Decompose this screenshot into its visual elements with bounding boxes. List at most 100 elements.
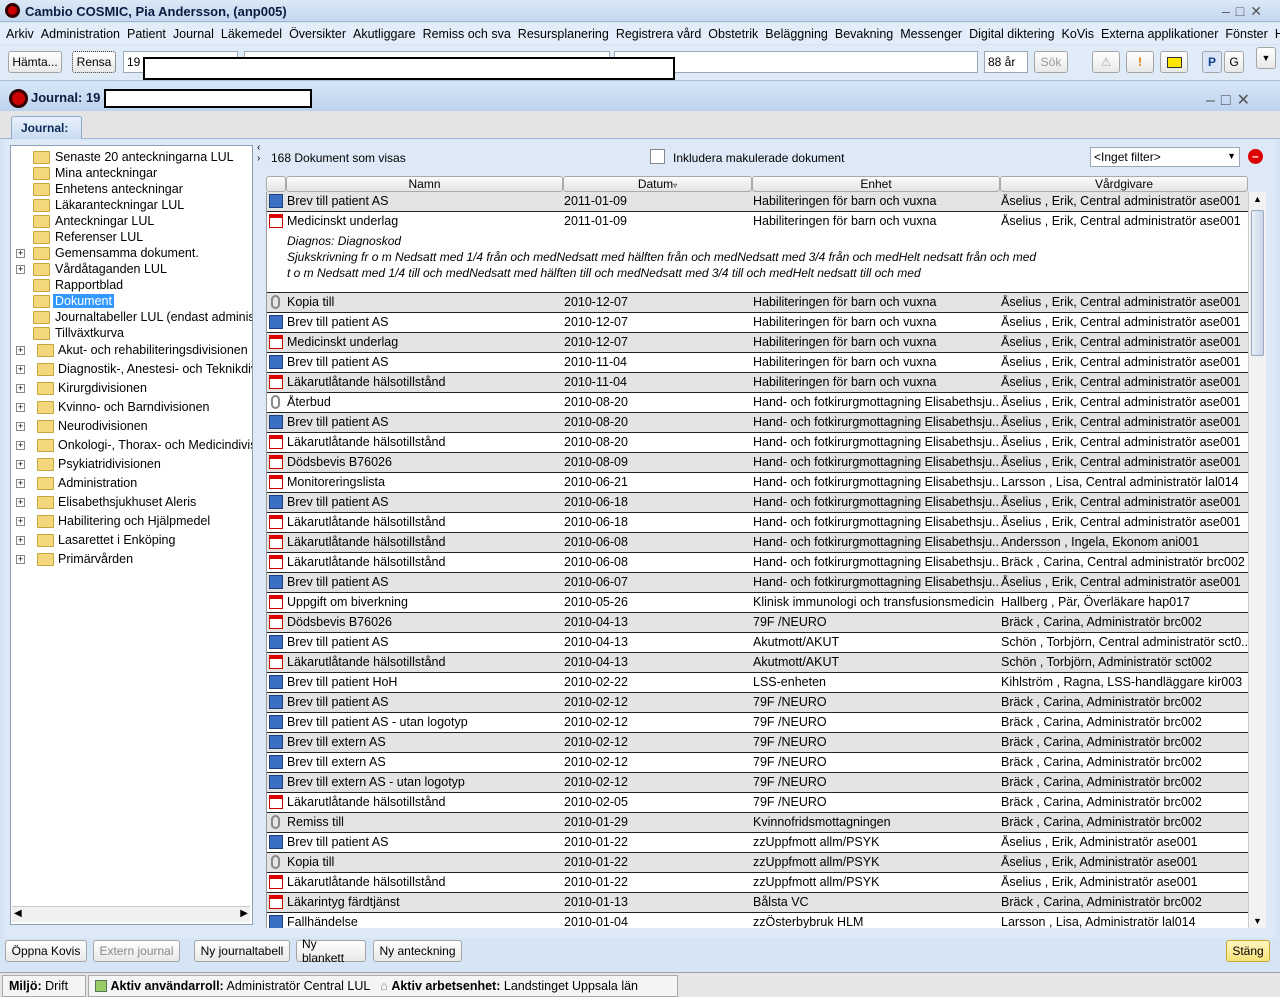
tree-horizontal-scrollbar[interactable]: ◀ ▶ [12, 906, 250, 922]
expand-icon[interactable]: + [16, 402, 25, 412]
table-row[interactable]: Brev till patient AS 2010-01-22 zzUppfmott… [267, 833, 1248, 853]
new-note-button[interactable]: Ny anteckning [373, 940, 462, 962]
table-row[interactable]: Kopia till 2010-01-22 zzUppfmott allm/PSYK… [267, 853, 1248, 873]
menu-item[interactable]: Översikter [289, 27, 346, 41]
menu-item[interactable]: Läkemedel [221, 27, 282, 41]
include-voided-checkbox[interactable] [650, 149, 665, 164]
menu-item[interactable]: Fönster [1225, 27, 1267, 41]
menu-item[interactable]: Akutliggare [353, 27, 416, 41]
header-datum[interactable]: Datum▿ [563, 176, 752, 192]
search-button[interactable]: Sök [1034, 51, 1068, 73]
caregiver-cell: Bräck , Carina, Administratör brc002 [1001, 815, 1202, 829]
open-kovis-button[interactable]: Öppna Kovis [5, 940, 87, 962]
expand-icon[interactable]: + [16, 497, 25, 507]
expand-icon[interactable]: + [16, 364, 25, 374]
table-row[interactable]: Brev till extern AS 2010-02-12 79F /NEURO B… [267, 733, 1248, 753]
filter-select[interactable]: <Inget filter> ▼ [1090, 147, 1240, 167]
unit-cell: Hand- och fotkirurgmottagning Elisabeths… [753, 515, 999, 529]
table-row[interactable]: Läkarutlåtande hälsotillstånd 2010-04-13 A… [267, 653, 1248, 673]
table-row[interactable]: Brev till patient AS 2010-12-07 Habiliteri… [267, 313, 1248, 333]
table-row[interactable]: Remiss till 2010-01-29 Kvinnofridsmottagni… [267, 813, 1248, 833]
table-row[interactable]: Läkarutlåtande hälsotillstånd 2010-06-08 H… [267, 553, 1248, 573]
tab-p[interactable]: P [1202, 51, 1222, 73]
table-row[interactable]: Läkarutlåtande hälsotillstånd 2010-02-05 7… [267, 793, 1248, 813]
expand-icon[interactable]: + [16, 345, 25, 355]
table-row[interactable]: Läkarutlåtande hälsotillstånd 2010-06-08 H… [267, 533, 1248, 553]
expand-icon[interactable]: + [16, 535, 25, 545]
menu-item[interactable]: Bevakning [835, 27, 893, 41]
external-journal-button[interactable]: Extern journal [93, 940, 180, 962]
menu-item[interactable]: Obstetrik [708, 27, 758, 41]
expand-icon[interactable]: + [16, 478, 25, 488]
header-enhet[interactable]: Enhet [752, 176, 1000, 192]
table-row[interactable]: Brev till extern AS 2010-02-12 79F /NEURO B… [267, 753, 1248, 773]
table-row[interactable]: Brev till patient AS 2010-08-20 Hand- och … [267, 413, 1248, 433]
header-namn[interactable]: Namn [286, 176, 563, 192]
table-row[interactable]: Medicinskt underlag 2010-12-07 Habiliterin… [267, 333, 1248, 353]
table-row[interactable]: Brev till patient AS 2010-11-04 Habiliteri… [267, 353, 1248, 373]
table-vertical-scrollbar[interactable]: ▲ ▼ [1248, 192, 1266, 928]
table-row[interactable]: Läkarutlåtande hälsotillstånd 2010-08-20 H… [267, 433, 1248, 453]
panel-collapse-toggle[interactable]: ‹ › [257, 142, 260, 164]
menu-item[interactable]: Resursplanering [518, 27, 609, 41]
expand-icon[interactable]: + [16, 440, 25, 450]
menu-item[interactable]: Administration [41, 27, 120, 41]
table-row[interactable]: Brev till patient AS 2010-04-13 Akutmott/A… [267, 633, 1248, 653]
table-row[interactable]: Dödsbevis B76026 2010-04-13 79F /NEURO Bräc… [267, 613, 1248, 633]
new-form-button[interactable]: Ny blankett [296, 937, 366, 965]
table-row[interactable]: Återbud 2010-08-20 Hand- och fotkirurgmott… [267, 393, 1248, 413]
menu-item[interactable]: Externa applikationer [1101, 27, 1218, 41]
table-row[interactable]: Kopia till 2010-12-07 Habiliteringen för b… [267, 293, 1248, 313]
warning-icon[interactable]: ⚠ [1092, 51, 1120, 73]
clear-button[interactable]: Rensa [72, 51, 116, 73]
note-icon[interactable] [1160, 51, 1188, 73]
menu-item[interactable]: Remiss och sva [423, 27, 511, 41]
tab-g[interactable]: G [1224, 51, 1244, 73]
table-row[interactable]: Brev till patient AS - utan logotyp 2010-… [267, 713, 1248, 733]
expand-icon[interactable]: + [16, 516, 25, 526]
expand-icon[interactable]: + [16, 554, 25, 564]
journal-window-controls[interactable]: –□✕ [1206, 90, 1256, 110]
menu-item[interactable]: Arkiv [6, 27, 34, 41]
expand-icon[interactable]: + [16, 383, 25, 393]
table-row[interactable]: Monitoreringslista 2010-06-21 Hand- och fo… [267, 473, 1248, 493]
expand-icon[interactable]: + [16, 421, 25, 431]
expand-icon[interactable]: + [16, 459, 25, 469]
table-row[interactable]: Läkarutlåtande hälsotillstånd 2010-06-18 H… [267, 513, 1248, 533]
table-row[interactable]: Läkarintyg färdtjänst 2010-01-13 Bålsta VC… [267, 893, 1248, 913]
clear-filter-icon[interactable]: – [1248, 149, 1263, 164]
table-row[interactable]: Fallhändelse 2010-01-04 zzÖsterbybruk HLM L… [267, 913, 1248, 928]
header-vardgivare[interactable]: Vårdgivare [1000, 176, 1248, 192]
menu-item[interactable]: Digital diktering [969, 27, 1054, 41]
alert-icon[interactable]: ! [1126, 51, 1154, 73]
table-row[interactable]: Brev till patient AS 2010-02-12 79F /NEURO… [267, 693, 1248, 713]
expand-icon[interactable]: + [16, 264, 25, 274]
menu-item[interactable]: Journal [173, 27, 214, 41]
menu-item[interactable]: Messenger [900, 27, 962, 41]
table-row[interactable]: Brev till extern AS - utan logotyp 2010-0… [267, 773, 1248, 793]
close-button[interactable]: Stäng [1226, 940, 1270, 962]
scrollbar-thumb[interactable] [1251, 210, 1264, 356]
menu-item[interactable]: Registrera vård [616, 27, 701, 41]
window-controls[interactable]: –□✕ [1222, 3, 1268, 20]
table-row[interactable]: Brev till patient AS 2010-06-07 Hand- och … [267, 573, 1248, 593]
menu-item[interactable]: KoVis [1062, 27, 1094, 41]
folder-icon [37, 400, 54, 414]
table-row[interactable]: Brev till patient AS 2010-06-18 Hand- och … [267, 493, 1248, 513]
menu-item[interactable]: Patient [127, 27, 166, 41]
new-journal-table-button[interactable]: Ny journaltabell [194, 940, 290, 962]
table-row[interactable]: Brev till patient HoH 2010-02-22 LSS-enhet… [267, 673, 1248, 693]
expand-icon[interactable]: + [16, 248, 25, 258]
folder-icon [37, 514, 54, 528]
table-row[interactable]: Läkarutlåtande hälsotillstånd 2010-11-04 H… [267, 373, 1248, 393]
tab-journal[interactable]: Journal: [11, 116, 82, 139]
menu-item[interactable]: Hjälp [1275, 27, 1280, 41]
fetch-button[interactable]: Hämta... [8, 51, 62, 73]
table-row[interactable]: Medicinskt underlag 2011-01-09 Habiliterin… [267, 212, 1248, 293]
table-row[interactable]: Brev till patient AS 2011-01-09 Habiliteri… [267, 192, 1248, 212]
dropdown-arrow-icon[interactable]: ▼ [1256, 47, 1276, 69]
menu-item[interactable]: Beläggning [765, 27, 828, 41]
table-row[interactable]: Uppgift om biverkning 2010-05-26 Klinisk i… [267, 593, 1248, 613]
table-row[interactable]: Dödsbevis B76026 2010-08-09 Hand- och fotk… [267, 453, 1248, 473]
table-row[interactable]: Läkarutlåtande hälsotillstånd 2010-01-22 z… [267, 873, 1248, 893]
